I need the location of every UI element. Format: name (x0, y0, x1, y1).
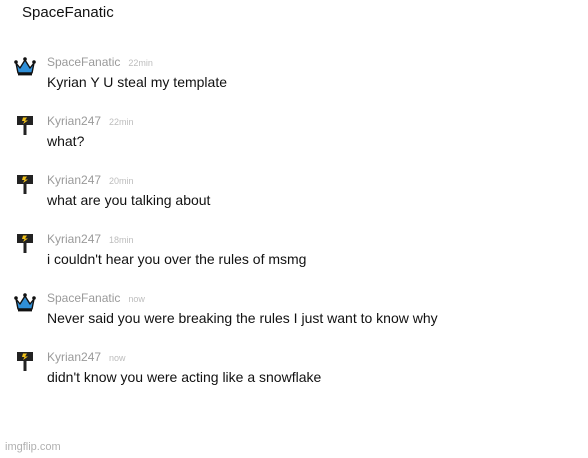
message-timestamp: now (128, 294, 145, 304)
hammer-icon (12, 231, 38, 255)
message-text: what are you talking about (47, 192, 211, 208)
message-item: SpaceFanatic now Never said you were brea… (0, 284, 588, 343)
message-username[interactable]: Kyrian247 (47, 232, 101, 246)
message-timestamp: 22min (109, 117, 134, 127)
message-username[interactable]: SpaceFanatic (47, 55, 120, 69)
chat-title: SpaceFanatic (22, 4, 114, 21)
message-item: Kyrian247 20min what are you talking abou… (0, 166, 588, 225)
message-text: Never said you were breaking the rules I… (47, 310, 438, 326)
message-timestamp: 22min (128, 58, 153, 68)
message-text: i couldn't hear you over the rules of ms… (47, 251, 307, 267)
hammer-icon (12, 349, 38, 373)
hammer-icon (12, 172, 38, 196)
message-username[interactable]: Kyrian247 (47, 173, 101, 187)
message-text: didn't know you were acting like a snowf… (47, 369, 322, 385)
message-username[interactable]: Kyrian247 (47, 350, 101, 364)
crown-icon (12, 290, 38, 314)
crown-icon (12, 54, 38, 78)
message-username[interactable]: Kyrian247 (47, 114, 101, 128)
watermark: imgflip.com (5, 441, 61, 453)
message-text: Kyrian Y U steal my template (47, 74, 228, 90)
message-list: SpaceFanatic 22min Kyrian Y U steal my te… (0, 48, 588, 402)
message-timestamp: now (109, 353, 126, 363)
message-item: Kyrian247 now didn't know you were acting… (0, 343, 588, 402)
hammer-icon (12, 113, 38, 137)
message-text: what? (47, 133, 85, 149)
message-username[interactable]: SpaceFanatic (47, 291, 120, 305)
message-item: Kyrian247 18min i couldn't hear you over … (0, 225, 588, 284)
message-timestamp: 20min (109, 176, 134, 186)
message-item: SpaceFanatic 22min Kyrian Y U steal my te… (0, 48, 588, 107)
message-timestamp: 18min (109, 235, 134, 245)
message-item: Kyrian247 22min what? (0, 107, 588, 166)
